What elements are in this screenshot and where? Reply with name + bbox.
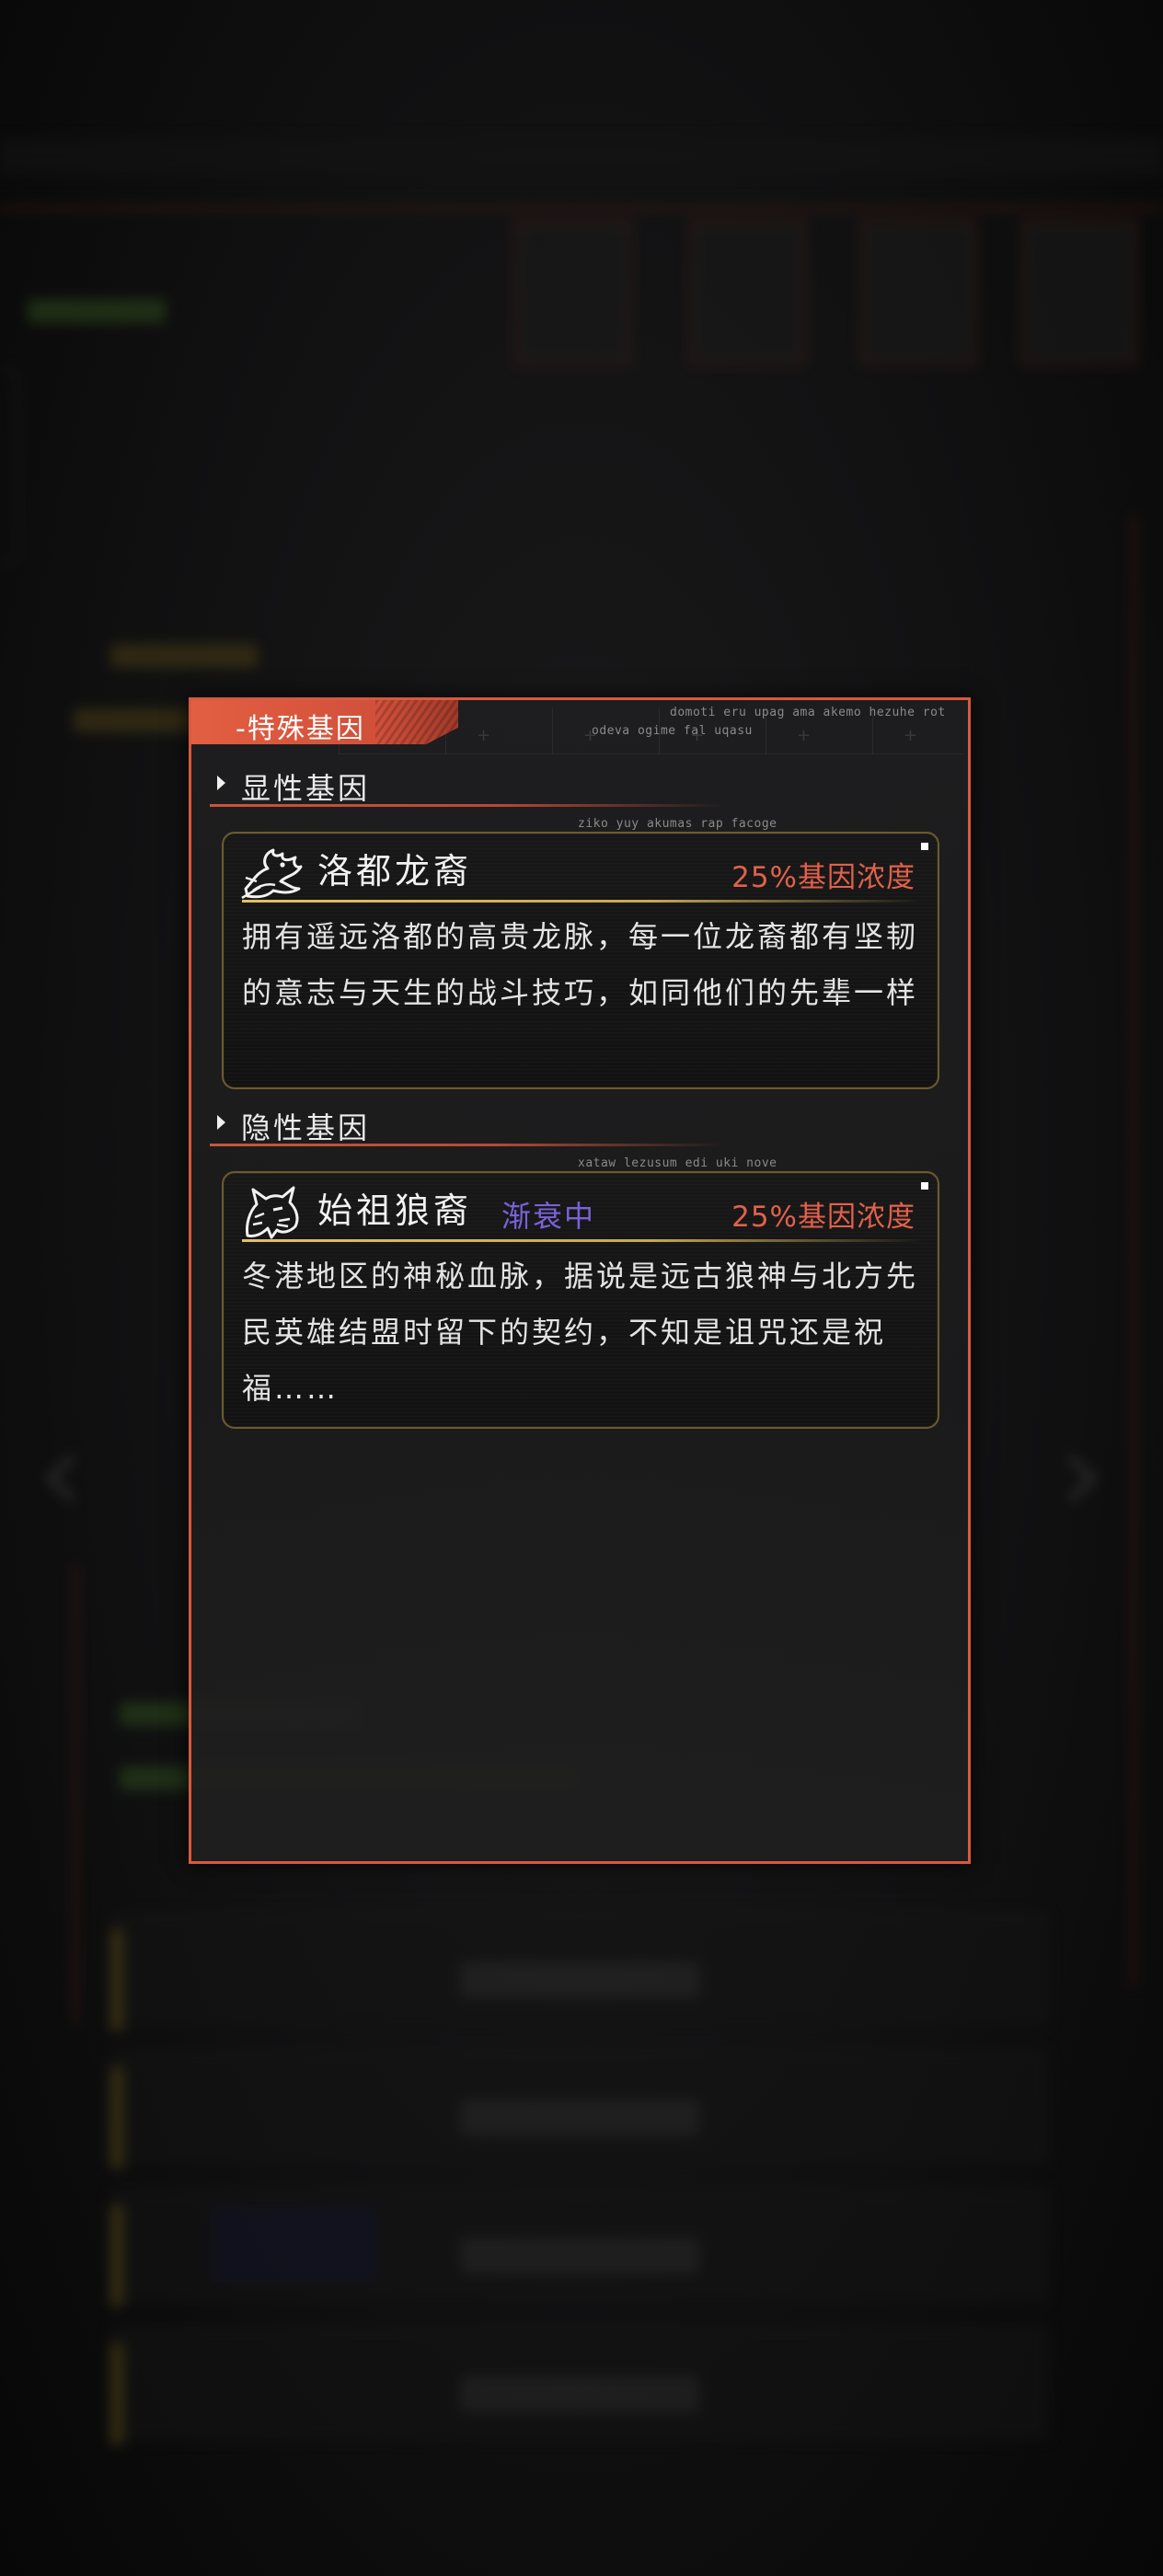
header-deco-text: domoti eru upag ama akemo hezuhe rot: [670, 706, 946, 719]
gene-card-dominant[interactable]: ziko yuy akumas rap facoge 洛都龙裔 25%基因浓度 …: [222, 817, 939, 1089]
bg-slot: [690, 221, 806, 364]
gene-name: 始祖狼裔: [317, 1190, 473, 1231]
gene-name: 洛都龙裔: [317, 851, 473, 891]
bg-slot: [860, 221, 976, 364]
bg-green-bar: [28, 299, 166, 323]
bg-slot: [1021, 221, 1137, 364]
bg-left-arrow-icon: ‹: [37, 1402, 85, 1542]
section-label: 隐性基因: [241, 1110, 371, 1145]
gene-status: 渐衰中: [501, 1199, 596, 1234]
crosshair-icon: +: [904, 726, 918, 745]
game-screen: ‹ › + + + + + -特殊基因 domoti eru upag ama …: [0, 0, 1163, 2576]
crosshair-icon: +: [477, 726, 491, 745]
dragon-icon: [241, 848, 303, 900]
dominant-gene-section-header[interactable]: 显性基因: [210, 762, 725, 808]
card-title-underline: [242, 1239, 923, 1242]
gene-concentration: 25%基因浓度: [731, 861, 915, 894]
bg-menu-row: [110, 2328, 1049, 2444]
gene-card-recessive[interactable]: xataw lezusum edi uki nove 始祖狼裔 渐衰中 25%基…: [222, 1156, 939, 1429]
bg-strip: [212, 2208, 377, 2282]
card-deco-text: ziko yuy akumas rap facoge: [578, 817, 777, 831]
bg-divider: [74, 1564, 77, 2024]
bg-menu-row: [110, 2052, 1049, 2168]
bg-divider: [0, 207, 1163, 211]
header-deco-text: odeva ogime fal uqasu: [592, 724, 753, 738]
corner-marker: [921, 843, 928, 850]
caret-right-icon: [217, 776, 225, 790]
section-label: 显性基因: [241, 771, 371, 806]
bg-side-handle: [0, 368, 18, 565]
section-underline: [210, 1144, 725, 1146]
bg-right-arrow-icon: ›: [1058, 1402, 1106, 1542]
recessive-gene-section-header[interactable]: 隐性基因: [210, 1101, 725, 1147]
card-title-underline: [242, 900, 923, 903]
gene-concentration: 25%基因浓度: [731, 1201, 915, 1234]
panel-title: -特殊基因: [236, 713, 365, 745]
crosshair-icon: +: [797, 726, 812, 745]
bg-divider: [1132, 515, 1135, 1987]
corner-marker: [921, 1182, 928, 1190]
bg-menu-row: [110, 1914, 1049, 2030]
bg-slot: [515, 221, 631, 364]
card-deco-text: xataw lezusum edi uki nove: [578, 1156, 777, 1170]
section-underline: [210, 804, 725, 807]
special-genes-panel: + + + + + -特殊基因 domoti eru upag ama akem…: [189, 697, 971, 1864]
bg-yellow-bar: [110, 644, 258, 668]
caret-right-icon: [217, 1115, 225, 1130]
wolf-icon: [246, 1186, 299, 1239]
bg-top-bar: [0, 138, 1163, 175]
gene-description: 冬港地区的神秘血脉，据说是远古狼神与北方先民英雄结盟时留下的契约，不知是诅咒还是…: [242, 1259, 919, 1406]
gene-description: 拥有遥远洛都的高贵龙脉，每一位龙裔都有坚韧的意志与天生的战斗技巧，如同他们的先辈…: [242, 919, 919, 1010]
